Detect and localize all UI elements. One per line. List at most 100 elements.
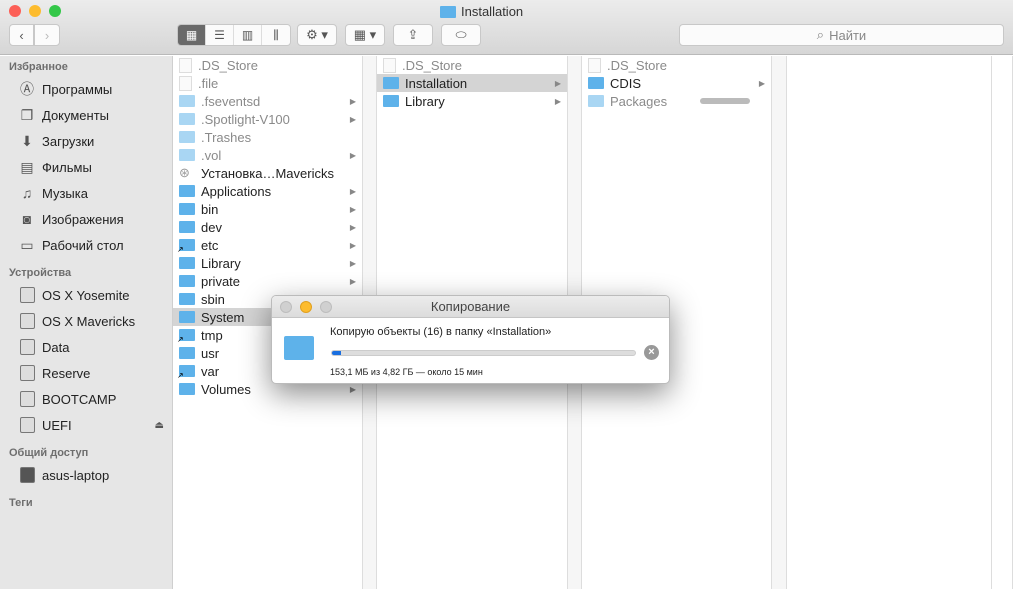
file-name: usr <box>201 345 220 361</box>
file-name: .fseventsd <box>201 93 261 109</box>
sidebar-item[interactable]: OS X Yosemite <box>0 282 172 308</box>
eject-icon[interactable]: ⏏ <box>155 420 164 431</box>
folder-icon <box>179 95 195 107</box>
file-name: System <box>201 309 245 325</box>
file-row[interactable]: .DS_Store <box>377 56 567 74</box>
disclosure-arrow-icon: ▶ <box>758 78 765 88</box>
folder-icon <box>179 257 195 269</box>
sidebar-item[interactable]: ❐ Документы <box>0 102 172 128</box>
file-row[interactable]: private ▶ <box>173 272 362 290</box>
file-row[interactable]: .DS_Store <box>582 56 771 74</box>
folder-icon <box>440 5 456 18</box>
folder-icon <box>179 149 195 161</box>
sidebar-item-label: Рабочий стол <box>42 237 124 253</box>
music-icon: ♫ <box>21 185 33 201</box>
window-title-text: Installation <box>461 4 524 19</box>
chevron-right-icon: › <box>44 27 50 43</box>
tags-button[interactable]: ⬭ <box>441 24 481 46</box>
sidebar-item[interactable]: Data <box>0 334 172 360</box>
file-row[interactable]: bin ▶ <box>173 200 362 218</box>
sidebar-item[interactable]: Reserve <box>0 360 172 386</box>
file-row[interactable]: .file <box>173 74 362 92</box>
icon-view-button[interactable]: ▦ <box>178 25 206 45</box>
list-view-button[interactable]: ☰ <box>206 25 234 45</box>
file-row[interactable]: dev ▶ <box>173 218 362 236</box>
folder-icon <box>284 336 314 360</box>
folder-alias-icon: ↗ <box>177 365 195 380</box>
file-row[interactable]: ⊛ Установка…Mavericks <box>173 164 362 182</box>
file-name: sbin <box>201 291 225 307</box>
action-button[interactable]: ⚙ ▾ <box>297 24 337 46</box>
toolbar: Installation ‹ › ▦ ☰ ▥ ⫼ ⚙ ▾ ▦ ▾ ⇪ ⬭ ⌕ На… <box>0 0 1013 55</box>
cancel-copy-button[interactable]: × <box>644 345 659 360</box>
disclosure-arrow-icon: ▶ <box>349 222 356 232</box>
file-row[interactable]: Installation ▶ <box>377 74 567 92</box>
file-name: bin <box>201 201 219 217</box>
close-button[interactable] <box>9 5 21 17</box>
sidebar-item-label: Reserve <box>42 365 91 381</box>
sidebar-item[interactable]: ◙ Изображения <box>0 206 172 232</box>
coverflow-view-button[interactable]: ⫼ <box>262 25 290 45</box>
folder-icon <box>179 131 195 143</box>
file-row[interactable]: .vol ▶ <box>173 146 362 164</box>
sidebar-item[interactable]: ⬇ Загрузки <box>0 128 172 154</box>
disclosure-arrow-icon: ▶ <box>349 186 356 196</box>
forward-button[interactable]: › <box>34 24 60 46</box>
dialog-zoom-button[interactable] <box>320 301 332 313</box>
dialog-minimize-button[interactable] <box>300 301 312 313</box>
zoom-button[interactable] <box>49 5 61 17</box>
sidebar-item-label: Музыка <box>42 185 88 201</box>
file-row[interactable]: Packages <box>582 92 771 110</box>
progress-fill <box>332 351 342 355</box>
sidebar-item[interactable]: OS X Mavericks <box>0 308 172 334</box>
sidebar-item[interactable]: ▭ Рабочий стол <box>0 232 172 258</box>
sidebar-item[interactable]: BOOTCAMP <box>0 386 172 412</box>
share-icon: ⇪ <box>407 27 419 42</box>
file-name: Applications <box>201 183 272 199</box>
file-row[interactable]: Applications ▶ <box>173 182 362 200</box>
copy-progress-bar <box>331 350 636 356</box>
file-row[interactable]: Library ▶ <box>377 92 567 110</box>
file-name: dev <box>201 219 222 235</box>
share-button[interactable]: ⇪ <box>393 24 433 46</box>
file-name: Packages <box>610 93 668 109</box>
file-row[interactable]: ↗ etc ▶ <box>173 236 362 255</box>
file-name: .Spotlight-V100 <box>201 111 290 127</box>
dialog-titlebar: Копирование <box>272 296 669 318</box>
search-field[interactable]: ⌕ Найти <box>679 24 1004 46</box>
dialog-close-button[interactable] <box>280 301 292 313</box>
back-button[interactable]: ‹ <box>9 24 34 46</box>
file-row[interactable]: .Trashes <box>173 128 362 146</box>
file-name: var <box>201 363 220 379</box>
sidebar-item[interactable]: ▤ Фильмы <box>0 154 172 180</box>
file-row[interactable]: .Spotlight-V100 ▶ <box>173 110 362 128</box>
folder-alias-icon: ↗ <box>177 329 195 344</box>
disk-icon <box>18 417 36 433</box>
disk-icon <box>18 287 36 303</box>
arrange-icon: ▦ ▾ <box>353 27 377 42</box>
arrange-button[interactable]: ▦ ▾ <box>345 24 385 46</box>
document-icon <box>383 57 396 73</box>
file-row[interactable]: .DS_Store <box>173 56 362 74</box>
sidebar-item[interactable]: UEFI ⏏ <box>0 412 172 438</box>
disclosure-arrow-icon: ▶ <box>349 384 356 394</box>
sidebar-item[interactable]: Ⓐ Программы <box>0 76 172 102</box>
window-title: Installation <box>440 4 523 19</box>
column-view-button[interactable]: ▥ <box>234 25 262 45</box>
column-resize-handle[interactable] <box>772 56 787 589</box>
chevron-left-icon: ‹ <box>19 27 24 43</box>
file-row[interactable]: CDIS ▶ <box>582 74 771 92</box>
sidebar-item-label: OS X Mavericks <box>42 313 136 329</box>
file-name: .DS_Store <box>402 57 462 73</box>
file-row[interactable]: .fseventsd ▶ <box>173 92 362 110</box>
sidebar-item[interactable]: asus-laptop <box>0 462 172 488</box>
file-row[interactable]: Library ▶ <box>173 254 362 272</box>
minimize-button[interactable] <box>29 5 41 17</box>
desktop-icon: ▭ <box>20 236 34 253</box>
folder-icon <box>179 347 195 359</box>
sidebar-item-label: UEFI <box>42 417 72 433</box>
sidebar-item[interactable]: ♫ Музыка <box>0 180 172 206</box>
folder-icon <box>179 113 195 125</box>
sidebar: Избранное Ⓐ Программы ❐ Документы ⬇ Загрузки ▤… <box>0 56 173 589</box>
folder-icon <box>383 95 399 107</box>
